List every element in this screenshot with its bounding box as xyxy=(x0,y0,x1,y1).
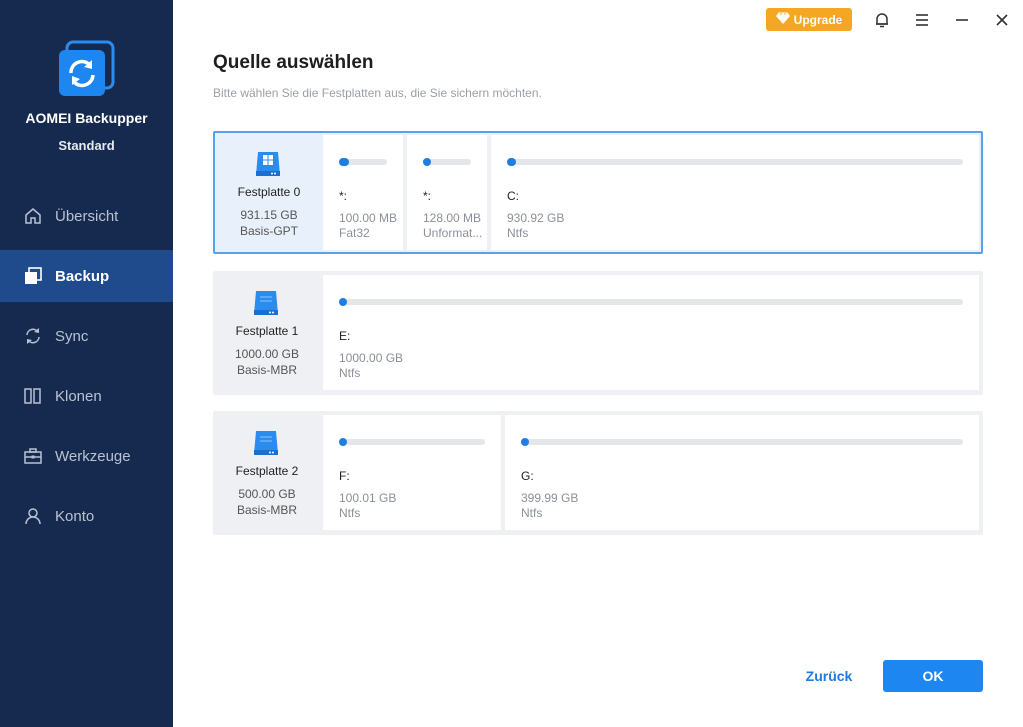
partition-filesystem: Ntfs xyxy=(521,506,543,520)
disk-icon xyxy=(251,288,281,318)
user-icon xyxy=(23,506,43,526)
disk-row-2[interactable]: Festplatte 2 500.00 GB Basis-MBR F: 100.… xyxy=(213,411,983,535)
sync-icon xyxy=(23,326,43,346)
menu-icon[interactable] xyxy=(911,9,933,31)
app-name: AOMEI Backupper xyxy=(25,110,148,126)
partition-letter: *: xyxy=(339,189,348,203)
upgrade-button[interactable]: Upgrade xyxy=(766,8,852,31)
minimize-icon[interactable] xyxy=(951,9,973,31)
clone-icon xyxy=(23,386,43,406)
diamond-icon xyxy=(775,12,790,27)
partition[interactable]: *: 128.00 MB Unformat... xyxy=(407,135,487,250)
partition[interactable]: F: 100.01 GB Ntfs xyxy=(323,415,501,530)
sidebar-item-uebersicht[interactable]: Übersicht xyxy=(0,190,173,242)
disk-info: Festplatte 0 931.15 GB Basis-GPT xyxy=(215,133,323,252)
close-icon[interactable] xyxy=(991,9,1013,31)
partition-usage-fill xyxy=(339,158,349,166)
sidebar-item-backup[interactable]: Backup xyxy=(0,250,173,302)
disk-info: Festplatte 1 1000.00 GB Basis-MBR xyxy=(213,271,321,395)
disk-name: Festplatte 0 xyxy=(237,185,301,199)
partition-usage-bar xyxy=(521,438,963,446)
partition-usage-bar xyxy=(339,158,387,166)
partition-usage-fill xyxy=(339,438,347,446)
windows-disk-icon xyxy=(253,149,283,179)
sidebar-item-konto[interactable]: Konto xyxy=(0,490,173,542)
bell-icon[interactable] xyxy=(871,9,893,31)
partition-letter: G: xyxy=(521,469,534,483)
disk-info: Festplatte 2 500.00 GB Basis-MBR xyxy=(213,411,321,535)
partition-letter: *: xyxy=(423,189,432,203)
disk-name: Festplatte 2 xyxy=(235,464,299,478)
app-edition: Standard xyxy=(58,138,115,153)
partition-letter: F: xyxy=(339,469,350,483)
partition-usage-fill xyxy=(521,438,529,446)
partition-usage-fill xyxy=(507,158,516,166)
partition-usage-bar xyxy=(507,158,963,166)
partition[interactable]: C: 930.92 GB Ntfs xyxy=(491,135,979,250)
disk-type: Basis-GPT xyxy=(239,224,298,238)
toolbox-icon xyxy=(23,446,43,466)
page-subtitle: Bitte wählen Sie die Festplatten aus, di… xyxy=(213,86,542,100)
sidebar-item-label: Übersicht xyxy=(55,207,119,225)
disk-icon xyxy=(251,428,281,458)
sidebar-item-sync[interactable]: Sync xyxy=(0,310,173,362)
partition-size: 399.99 GB xyxy=(521,491,579,505)
sidebar-item-label: Konto xyxy=(55,507,95,525)
partition-usage-bar xyxy=(339,298,963,306)
disk-name: Festplatte 1 xyxy=(235,324,299,338)
partition-letter: E: xyxy=(339,329,351,343)
partition-size: 1000.00 GB xyxy=(339,351,404,365)
disk-row-0[interactable]: Festplatte 0 931.15 GB Basis-GPT *: 100.… xyxy=(213,131,983,254)
partition-size: 100.00 MB xyxy=(339,211,398,225)
partition-filesystem: Ntfs xyxy=(339,366,361,380)
partition-filesystem: Unformat... xyxy=(423,226,483,240)
partition-size: 100.01 GB xyxy=(339,491,397,505)
sidebar-item-label: Klonen xyxy=(55,387,102,405)
sidebar-item-klonen[interactable]: Klonen xyxy=(0,370,173,422)
upgrade-label: Upgrade xyxy=(793,12,843,27)
partition-filesystem: Fat32 xyxy=(339,226,370,240)
partition-size: 930.92 GB xyxy=(507,211,565,225)
backup-icon xyxy=(23,266,43,286)
partition-letter: C: xyxy=(507,189,519,203)
home-icon xyxy=(23,206,43,226)
partition-filesystem: Ntfs xyxy=(507,226,529,240)
sidebar-item-label: Backup xyxy=(55,267,110,285)
sidebar-item-label: Werkzeuge xyxy=(55,447,131,465)
ok-button[interactable]: OK xyxy=(883,660,983,692)
partition[interactable]: G: 399.99 GB Ntfs xyxy=(505,415,979,530)
partition[interactable]: *: 100.00 MB Fat32 xyxy=(323,135,403,250)
sidebar: AOMEI Backupper Standard Übersicht Backu… xyxy=(0,0,173,727)
disk-type: Basis-MBR xyxy=(236,503,297,517)
disk-size: 1000.00 GB xyxy=(234,347,300,361)
sidebar-nav: Übersicht Backup Sync Klonen Werkzeuge K… xyxy=(0,190,173,550)
partition[interactable]: E: 1000.00 GB Ntfs xyxy=(323,275,979,390)
page-title: Quelle auswählen xyxy=(213,52,374,73)
sidebar-item-werkzeuge[interactable]: Werkzeuge xyxy=(0,430,173,482)
disk-size: 931.15 GB xyxy=(240,208,298,222)
disk-row-1[interactable]: Festplatte 1 1000.00 GB Basis-MBR E: 100… xyxy=(213,271,983,395)
partition-usage-fill xyxy=(423,158,431,166)
partition-size: 128.00 MB xyxy=(423,211,482,225)
disk-type: Basis-MBR xyxy=(236,363,297,377)
partition-filesystem: Ntfs xyxy=(339,506,361,520)
partition-usage-bar xyxy=(339,438,485,446)
partition-usage-bar xyxy=(423,158,471,166)
sidebar-item-label: Sync xyxy=(55,327,89,345)
app-logo-icon xyxy=(57,40,115,98)
partition-usage-fill xyxy=(339,298,347,306)
back-button[interactable]: Zurück xyxy=(796,668,862,686)
disk-size: 500.00 GB xyxy=(238,487,296,501)
